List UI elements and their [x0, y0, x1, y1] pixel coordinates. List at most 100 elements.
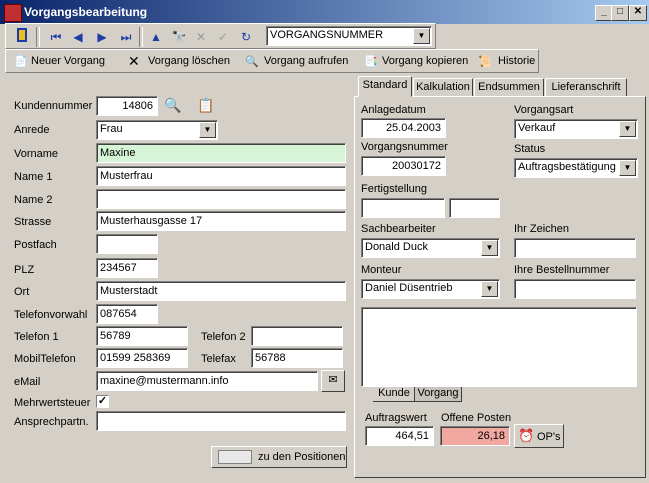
subtab-vorgang[interactable]: Vorgang — [414, 387, 462, 402]
grid-icon — [218, 450, 252, 464]
status-select[interactable]: Auftragsbestätigung ▼ — [514, 158, 638, 178]
tab-standard[interactable]: Standard — [358, 76, 412, 97]
chevron-down-icon[interactable]: ▼ — [413, 28, 430, 44]
delete-x-icon: ✕ — [128, 53, 140, 69]
chevron-down-icon[interactable]: ▼ — [619, 160, 636, 176]
postfach-field[interactable] — [96, 234, 158, 254]
previous-record-icon[interactable]: ◀ — [68, 27, 88, 47]
tab-endsummen[interactable]: Endsummen — [474, 78, 544, 97]
history-button[interactable]: 📜 Historie — [476, 50, 538, 72]
positions-button-label: zu den Positionen — [258, 451, 346, 463]
customer-lookup-icon[interactable]: 📋 — [197, 97, 214, 114]
fertigstellung-date-field[interactable] — [361, 198, 445, 218]
window-title: Vorgangsbearbeitung — [24, 5, 148, 19]
title-bar: Vorgangsbearbeitung _ □ ✕ — [0, 0, 649, 24]
subtab-kunde[interactable]: Kunde — [373, 387, 415, 402]
anrede-label: Anrede — [14, 124, 50, 136]
new-document-icon: 📄 — [14, 56, 28, 68]
vorgangsnummer-label: Vorgangsnummer — [361, 141, 448, 153]
chevron-down-icon[interactable]: ▼ — [619, 121, 636, 137]
offene-posten-label: Offene Posten — [441, 412, 512, 424]
send-email-button[interactable]: ✉ — [321, 370, 345, 392]
next-record-icon[interactable]: ▶ — [92, 27, 112, 47]
monteur-label: Monteur — [361, 264, 402, 276]
mwst-checkbox[interactable]: ✓ — [96, 395, 109, 408]
mobil-field[interactable]: 01599 258369 — [96, 348, 188, 368]
strasse-field[interactable]: Musterhausgasse 17 — [96, 211, 346, 231]
new-order-button[interactable]: 📄 Neuer Vorgang — [10, 50, 120, 72]
auftragswert-field[interactable]: 464,51 — [365, 426, 434, 446]
anlagedatum-field[interactable]: 25.04.2003 — [361, 118, 446, 138]
first-record-icon[interactable]: ⏮ — [46, 27, 66, 47]
history-label: Historie — [498, 55, 536, 67]
maximize-button[interactable]: □ — [611, 5, 629, 21]
telefon1-field[interactable]: 56789 — [96, 326, 188, 346]
record-selector-value: VORGANGSNUMMER — [270, 29, 384, 41]
telefon2-label: Telefon 2 — [201, 331, 246, 343]
offene-posten-field[interactable]: 26,18 — [440, 426, 510, 446]
ops-button[interactable]: ⏰ OP's — [514, 424, 564, 448]
email-field[interactable]: maxine@mustermann.info — [96, 371, 318, 391]
plz-field[interactable]: 234567 — [96, 258, 158, 278]
ansprech-label: Ansprechpartn. — [14, 416, 89, 428]
binoculars-icon[interactable]: 🔭 — [169, 27, 189, 47]
envelope-icon: ✉ — [328, 374, 338, 386]
positions-button[interactable]: zu den Positionen — [211, 446, 347, 468]
mwst-label: Mehrwertsteuer — [14, 397, 91, 409]
postfach-label: Postfach — [14, 239, 57, 251]
search-icon[interactable]: 🔍 — [164, 97, 181, 114]
chevron-down-icon[interactable]: ▼ — [481, 281, 498, 297]
tab-lieferanschrift[interactable]: Lieferanschrift — [545, 78, 627, 97]
alarm-clock-icon: ⏰ — [518, 428, 535, 443]
name2-label: Name 2 — [14, 194, 53, 206]
cancel-icon[interactable]: ✕ — [191, 27, 211, 47]
telefonvorwahl-field[interactable]: 087654 — [96, 304, 158, 324]
kundennummer-label: Kundennummer — [14, 100, 93, 112]
name1-field[interactable]: Musterfrau — [96, 166, 346, 186]
ort-field[interactable]: Musterstadt — [96, 281, 346, 301]
name2-field[interactable] — [96, 189, 346, 209]
kundennummer-field[interactable]: 14806 — [96, 96, 158, 116]
anrede-select[interactable]: Frau ▼ — [96, 120, 218, 140]
up-icon[interactable]: ▲ — [146, 27, 166, 47]
chevron-down-icon[interactable]: ▼ — [481, 240, 498, 256]
ansprech-field[interactable] — [96, 411, 346, 431]
vorgangsart-select[interactable]: Verkauf ▼ — [514, 119, 638, 139]
app-icon — [4, 4, 22, 22]
fertigstellung-time-field[interactable] — [449, 198, 500, 218]
checkmark-icon[interactable]: ✓ — [213, 27, 233, 47]
magnifier-icon: 🔍 — [245, 56, 259, 68]
vorname-label: Vorname — [14, 148, 59, 160]
ihr-zeichen-field[interactable] — [514, 238, 636, 258]
open-order-label: Vorgang aufrufen — [264, 55, 349, 67]
close-button[interactable]: ✕ — [629, 5, 647, 21]
notes-textarea[interactable] — [361, 307, 637, 387]
action-toolbar: 📄 Neuer Vorgang ✕ Vorgang löschen 🔍 Vorg… — [5, 49, 539, 73]
delete-order-button[interactable]: ✕ Vorgang löschen — [126, 50, 236, 72]
telefax-label: Telefax — [201, 353, 236, 365]
fertigstellung-label: Fertigstellung — [361, 183, 428, 195]
ops-button-label: OP's — [537, 431, 561, 443]
exit-door-icon[interactable] — [12, 27, 32, 47]
history-icon: 📜 — [478, 56, 492, 68]
ort-label: Ort — [14, 286, 30, 298]
vorgangsnummer-field[interactable]: 20030172 — [361, 156, 446, 176]
bestellnummer-field[interactable] — [514, 279, 636, 299]
telefax-field[interactable]: 56788 — [251, 348, 343, 368]
record-selector-combo[interactable]: VORGANGSNUMMER ▼ — [266, 26, 432, 46]
copy-icon: 📑 — [364, 56, 378, 68]
tab-kalkulation[interactable]: Kalkulation — [413, 78, 473, 97]
telefon2-field[interactable] — [251, 326, 343, 346]
telefon1-label: Telefon 1 — [14, 331, 59, 343]
sachbearbeiter-select[interactable]: Donald Duck ▼ — [361, 238, 500, 258]
refresh-icon[interactable]: ↻ — [236, 27, 256, 47]
copy-order-button[interactable]: 📑 Vorgang kopieren — [362, 50, 472, 72]
vorname-field[interactable]: Maxine — [96, 143, 346, 163]
copy-order-label: Vorgang kopieren — [382, 55, 469, 67]
anlagedatum-label: Anlagedatum — [361, 104, 426, 116]
monteur-select[interactable]: Daniel Düsentrieb ▼ — [361, 279, 500, 299]
status-label: Status — [514, 143, 546, 155]
chevron-down-icon[interactable]: ▼ — [199, 122, 216, 138]
last-record-icon[interactable]: ⏭ — [116, 27, 136, 47]
open-order-button[interactable]: 🔍 Vorgang aufrufen — [243, 50, 355, 72]
